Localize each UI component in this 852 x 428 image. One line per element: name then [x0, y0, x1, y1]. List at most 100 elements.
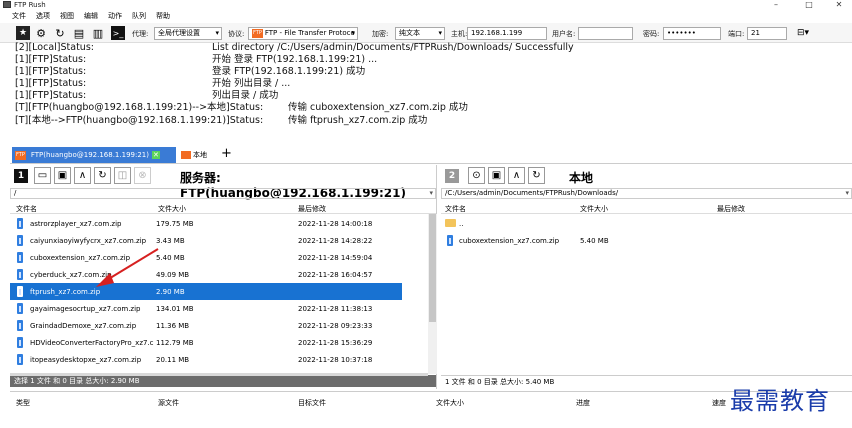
zip-file-icon: [17, 286, 23, 297]
save-icon[interactable]: ▣: [488, 167, 505, 184]
menu-queue[interactable]: 队列: [132, 11, 146, 21]
port-input[interactable]: 21: [747, 27, 787, 40]
menu-edit[interactable]: 编辑: [84, 11, 98, 21]
user-label: 用户名:: [552, 30, 576, 38]
local-icon: [181, 151, 191, 159]
local-file-header: 文件名 文件大小 最后修改: [441, 201, 852, 214]
tab-ftp-session[interactable]: FTP FTP(huangbo@192.168.1.199:21) ✕: [12, 147, 176, 163]
server-icon[interactable]: ▭: [34, 167, 51, 184]
queue-header-source[interactable]: 源文件: [158, 398, 179, 408]
stop-icon[interactable]: ◫: [114, 167, 131, 184]
password-label: 密码:: [643, 30, 660, 38]
app-icon: [3, 1, 11, 8]
queue-header-target[interactable]: 目标文件: [298, 398, 326, 408]
password-input[interactable]: •••••••: [663, 27, 721, 40]
zip-file-icon: [447, 235, 453, 246]
cancel-icon[interactable]: ⊗: [134, 167, 151, 184]
ftp-icon: FTP: [252, 29, 263, 38]
header-name[interactable]: 文件名: [445, 204, 466, 214]
header-modified[interactable]: 最后修改: [717, 204, 745, 214]
host-label: 主机:: [451, 30, 468, 38]
server-panel: 1 ▭ ▣ ∧ ↻ ◫ ⊗ 服务器: FTP(huangbo@192.168.1…: [10, 165, 437, 389]
server-scroll-thumb[interactable]: [429, 214, 436, 322]
close-button[interactable]: ✕: [829, 0, 849, 10]
encrypt-select[interactable]: 纯文本: [395, 27, 445, 40]
log-line: [T][FTP(huangbo@192.168.1.199:21)-->本地]S…: [15, 102, 468, 114]
transfer-queue: 类型 源文件 目标文件 文件大小 进度 速度: [10, 391, 852, 428]
file-row[interactable]: caiyunxiaoyiwyfycrx_xz7.com.zip 3.43 MB 20…: [10, 232, 436, 249]
zip-file-icon: [17, 235, 23, 246]
header-size[interactable]: 文件大小: [158, 204, 186, 214]
zip-file-icon: [17, 320, 23, 331]
folder-icon: [445, 219, 456, 227]
add-tab-button[interactable]: +: [221, 146, 233, 162]
zip-file-icon: [17, 303, 23, 314]
local-path[interactable]: /C:/Users/admin/Documents/FTPRush/Downlo…: [441, 188, 852, 199]
refresh-icon[interactable]: ↻: [528, 167, 545, 184]
server-file-list: astrorzplayer_xz7.com.zip 179.75 MB 2022-1…: [10, 215, 436, 368]
queue-header-progress[interactable]: 进度: [576, 398, 590, 408]
save-icon[interactable]: ▣: [54, 167, 71, 184]
file-row[interactable]: astrorzplayer_xz7.com.zip 179.75 MB 2022-1…: [10, 215, 436, 232]
parent-folder-row[interactable]: ..: [441, 215, 852, 232]
encrypt-label: 加密:: [372, 30, 389, 38]
notes-icon[interactable]: ▥: [91, 26, 105, 40]
host-input[interactable]: 192.168.1.199: [467, 27, 547, 40]
username-input[interactable]: [578, 27, 633, 40]
star-icon[interactable]: ★: [16, 26, 30, 40]
zip-file-icon: [17, 218, 23, 229]
local-panel-toolbar: 2 ⊙ ▣ ∧ ↻ 本地: [441, 165, 852, 187]
file-row[interactable]: cuboxextension_xz7.com.zip 5.40 MB 2022-11…: [10, 249, 436, 266]
queue-header-type[interactable]: 类型: [16, 398, 30, 408]
terminal-icon[interactable]: >_: [111, 26, 125, 40]
file-row[interactable]: cyberduck_xz7.com.zip 49.09 MB 2022-11-28 …: [10, 266, 436, 283]
menu-view[interactable]: 视图: [60, 11, 74, 21]
minimize-button[interactable]: –: [766, 0, 786, 10]
ftp-icon: FTP: [15, 150, 26, 160]
queue-header-speed[interactable]: 速度: [712, 398, 726, 408]
file-row[interactable]: cuboxextension_xz7.com.zip 5.40 MB: [441, 232, 852, 249]
queue-header-size[interactable]: 文件大小: [436, 398, 464, 408]
proxy-select[interactable]: 全局代理设置: [154, 27, 222, 40]
file-row-selected[interactable]: ftprush_xz7.com.zip 2.90 MB: [10, 283, 402, 300]
log-line: [1][FTP]Status: 列出目录 / 成功: [15, 90, 279, 102]
local-panel: 2 ⊙ ▣ ∧ ↻ 本地 /C:/Users/admin/Documents/F…: [441, 165, 852, 389]
server-path[interactable]: /: [10, 188, 436, 199]
session-tabs: FTP FTP(huangbo@192.168.1.199:21) ✕ 本地 +: [10, 146, 852, 164]
log-panel: [2][Local]Status: List directory /C:/User…: [10, 42, 852, 140]
server-status-bar: 选择 1 文件 和 0 目录 总大小: 2.90 MB: [10, 375, 436, 387]
menu-file[interactable]: 文件: [12, 11, 26, 21]
menu-options[interactable]: 选项: [36, 11, 50, 21]
header-name[interactable]: 文件名: [16, 204, 37, 214]
tab-local[interactable]: 本地: [181, 147, 217, 163]
refresh-icon[interactable]: ↻: [94, 167, 111, 184]
up-icon[interactable]: ∧: [508, 167, 525, 184]
file-row[interactable]: itopeasydesktopxe_xz7.com.zip 20.11 MB 202…: [10, 351, 436, 368]
menu-help[interactable]: 帮助: [156, 11, 170, 21]
panel-number: 1: [14, 169, 28, 183]
header-modified[interactable]: 最后修改: [298, 204, 326, 214]
zip-file-icon: [17, 354, 23, 365]
document-icon[interactable]: ▤: [72, 26, 86, 40]
server-panel-toolbar: 1 ▭ ▣ ∧ ↻ ◫ ⊗ 服务器: FTP(huangbo@192.168.1…: [10, 165, 436, 200]
log-line: [T][本地-->FTP(huangbo@192.168.1.199:21)]S…: [15, 114, 428, 126]
connect-dropdown-icon[interactable]: ⊟▾: [792, 26, 814, 40]
panel-number: 2: [445, 169, 459, 183]
file-row[interactable]: GraindadDemoxe_xz7.com.zip 11.36 MB 2022-1…: [10, 317, 436, 334]
server-file-header: 文件名 文件大小 最后修改: [10, 201, 436, 214]
maximize-button[interactable]: □: [799, 0, 819, 10]
refresh-icon[interactable]: ↻: [53, 26, 67, 40]
drive-icon[interactable]: ⊙: [468, 167, 485, 184]
zip-file-icon: [17, 252, 23, 263]
file-row[interactable]: gayaimagesocrtup_xz7.com.zip 134.01 MB 202…: [10, 300, 436, 317]
protocol-select[interactable]: FTP FTP - File Transfer Protoco: [248, 27, 358, 40]
log-line: [1][FTP]Status: 开始 列出目录 / ...: [15, 78, 291, 90]
toolbar: ★ ⚙ ↻ ▤ ▥ >_ 代理: 全局代理设置 协议: FTPFTP - Fil…: [0, 23, 852, 43]
server-hscrollbar[interactable]: [10, 373, 428, 376]
file-row[interactable]: HDVideoConverterFactoryPro_xz7.c 112.79 M…: [10, 334, 436, 351]
menu-action[interactable]: 动作: [108, 11, 122, 21]
up-icon[interactable]: ∧: [74, 167, 91, 184]
close-tab-icon[interactable]: ✕: [151, 151, 160, 159]
header-size[interactable]: 文件大小: [580, 204, 608, 214]
gear-icon[interactable]: ⚙: [34, 26, 48, 40]
